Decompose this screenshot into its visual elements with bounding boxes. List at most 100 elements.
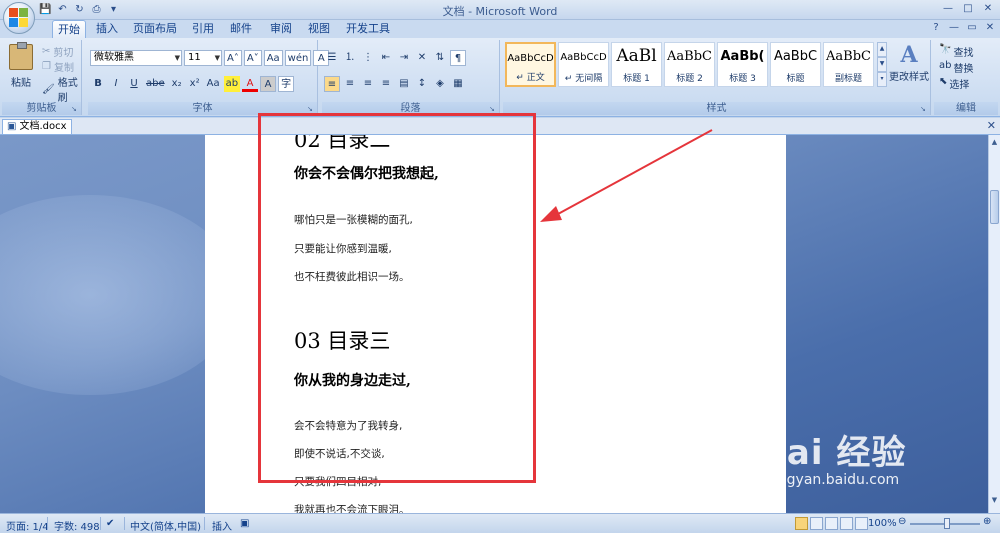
proofing-icon[interactable]: ✔ [106, 518, 114, 529]
gallery-more-icon[interactable]: ▾ [877, 72, 887, 87]
scroll-down-icon[interactable]: ▼ [989, 495, 1000, 506]
increase-indent-icon[interactable]: ⇥ [396, 50, 412, 66]
scroll-thumb[interactable] [990, 190, 999, 224]
find-button[interactable]: 🔭 查找 [939, 44, 973, 59]
doc-minimize-button[interactable]: — [948, 21, 960, 35]
print-layout-view-icon[interactable] [795, 517, 808, 530]
tab-developer[interactable]: 开发工具 [344, 20, 392, 38]
tab-home[interactable]: 开始 [52, 20, 86, 38]
clipboard-group-label: 剪贴板 [2, 102, 81, 115]
doc-close-button[interactable]: ✕ [984, 21, 996, 35]
italic-button[interactable]: I [108, 76, 124, 92]
draft-view-icon[interactable] [855, 517, 868, 530]
enclose-char-button[interactable]: 字 [278, 76, 295, 92]
document-tab[interactable]: ▣ 文档.docx [2, 119, 72, 134]
style-normal[interactable]: AaBbCcD ↵ 正文 [505, 42, 556, 87]
superscript-button[interactable]: x² [187, 76, 203, 92]
change-styles-icon: A [900, 42, 918, 68]
distributed-icon[interactable]: ▤ [396, 76, 412, 92]
chinese-layout-icon[interactable]: ✕ [414, 50, 430, 66]
status-page[interactable]: 页面: 1/4 [6, 518, 49, 533]
shrink-font-button[interactable]: A˅ [243, 50, 262, 66]
replace-button[interactable]: ab 替换 [939, 60, 973, 75]
paste-button[interactable]: 粘贴 [6, 42, 36, 98]
font-size-combo[interactable]: 11 ▼ [184, 50, 222, 66]
format-painter-button[interactable]: 🖌 格式刷 [42, 74, 81, 104]
shading-icon[interactable]: ◈ [432, 76, 448, 92]
align-left-icon[interactable]: ≡ [324, 76, 340, 92]
restore-button[interactable]: □ [960, 1, 976, 17]
tab-mailings[interactable]: 邮件 [226, 20, 256, 38]
underline-button[interactable]: U [126, 76, 142, 92]
close-button[interactable]: ✕ [980, 1, 996, 17]
font-dialog-launcher-icon[interactable]: ↘ [307, 105, 315, 113]
zoom-slider-thumb[interactable] [944, 518, 950, 529]
phonetic-guide-button[interactable]: wén [284, 50, 312, 66]
close-document-icon[interactable]: ✕ [987, 119, 996, 132]
zoom-out-icon[interactable]: ⊖ [898, 516, 906, 527]
grow-font-button[interactable]: A˄ [224, 50, 242, 66]
gallery-down-icon[interactable]: ▼ [877, 57, 887, 72]
tab-page-layout[interactable]: 页面布局 [132, 20, 178, 38]
status-insert-mode[interactable]: 插入 [212, 518, 232, 533]
clipboard-dialog-launcher-icon[interactable]: ↘ [71, 105, 79, 113]
copy-label: 复制 [53, 63, 74, 74]
styles-dialog-launcher-icon[interactable]: ↘ [920, 105, 928, 113]
copy-button[interactable]: ❐ 复制 [42, 59, 74, 74]
numbering-icon[interactable]: ⒈ [342, 50, 358, 66]
style-heading-1[interactable]: AaBl 标题 1 [611, 42, 662, 87]
bullets-icon[interactable]: ☰ [324, 50, 340, 66]
full-screen-reading-icon[interactable] [810, 517, 823, 530]
style-no-spacing[interactable]: AaBbCcD ↵ 无间隔 [558, 42, 609, 87]
line-spacing-icon[interactable]: ↕ [414, 76, 430, 92]
office-button[interactable] [3, 2, 35, 34]
web-layout-icon[interactable] [825, 517, 838, 530]
tab-references[interactable]: 引用 [188, 20, 218, 38]
gallery-up-icon[interactable]: ▲ [877, 42, 887, 57]
replace-label: 替换 [953, 64, 974, 75]
subscript-button[interactable]: x₂ [169, 76, 185, 92]
window-controls: — □ ✕ [940, 1, 996, 17]
zoom-level[interactable]: 100% [868, 518, 897, 529]
style-sample: AaBbCcD [560, 52, 607, 63]
status-language[interactable]: 中文(简体,中国) [130, 518, 201, 533]
align-right-icon[interactable]: ≡ [360, 76, 376, 92]
style-subtitle[interactable]: AaBbC 副标题 [823, 42, 874, 87]
show-marks-icon[interactable]: ¶ [450, 50, 466, 66]
macro-record-icon[interactable]: ▣ [240, 518, 249, 529]
zoom-in-icon[interactable]: ⊕ [983, 516, 991, 527]
minimize-button[interactable]: — [940, 1, 956, 17]
vertical-scrollbar[interactable]: ▲ ▼ [988, 135, 1000, 513]
char-shading-button[interactable]: A [260, 76, 277, 92]
office-logo-icon [9, 8, 29, 28]
borders-icon[interactable]: ▦ [450, 76, 466, 92]
cut-label: 剪切 [53, 48, 74, 59]
outline-view-icon[interactable] [840, 517, 853, 530]
style-title[interactable]: AaBbC 标题 [770, 42, 821, 87]
change-styles-button[interactable]: A 更改样式 [889, 40, 929, 100]
tab-insert[interactable]: 插入 [92, 20, 122, 38]
tab-review[interactable]: 审阅 [266, 20, 296, 38]
highlight-button[interactable]: ab [223, 76, 241, 92]
doc-restore-button[interactable]: ▭ [966, 21, 978, 35]
font-color-button[interactable]: A [242, 76, 259, 92]
change-case-button[interactable]: Aa [205, 76, 222, 92]
justify-icon[interactable]: ≡ [378, 76, 394, 92]
sort-icon[interactable]: ⇅ [432, 50, 448, 66]
strikethrough-button[interactable]: abe [144, 76, 167, 92]
status-word-count[interactable]: 字数: 498 [54, 518, 100, 533]
font-name-combo[interactable]: 微软雅黑 ▼ [90, 50, 182, 66]
decrease-indent-icon[interactable]: ⇤ [378, 50, 394, 66]
scroll-up-icon[interactable]: ▲ [989, 137, 1000, 148]
select-button[interactable]: ⬉ 选择 [939, 76, 969, 91]
paragraph-dialog-launcher-icon[interactable]: ↘ [489, 105, 497, 113]
style-heading-3[interactable]: AaBb( 标题 3 [717, 42, 768, 87]
style-heading-2[interactable]: AaBbC 标题 2 [664, 42, 715, 87]
tab-view[interactable]: 视图 [304, 20, 334, 38]
multilevel-list-icon[interactable]: ⋮ [360, 50, 376, 66]
bold-button[interactable]: B [90, 76, 106, 92]
align-center-icon[interactable]: ≡ [342, 76, 358, 92]
clear-format-button[interactable]: Aa [263, 50, 283, 66]
cut-button[interactable]: ✂ 剪切 [42, 44, 73, 59]
help-icon[interactable]: ? [930, 21, 942, 35]
